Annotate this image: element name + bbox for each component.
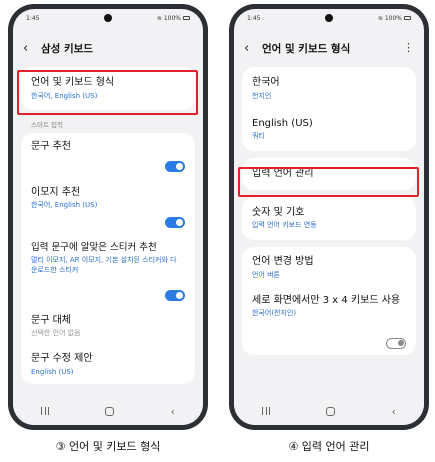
- language-item-korean[interactable]: 한국어 천지인: [242, 67, 416, 108]
- nav-back-icon[interactable]: ‹: [170, 405, 174, 418]
- languages-card: 한국어 천지인 English (US) 쿼티: [242, 67, 416, 152]
- left-screen: 1:45 ≋ 100% ‹ 삼성 키보드 언어 및 키보드 형식 한국어, En…: [13, 9, 203, 425]
- wifi-icon: ≋: [156, 14, 162, 22]
- item-title: 문구 대체: [31, 314, 71, 326]
- nav-back-icon[interactable]: ‹: [391, 405, 395, 418]
- item-subtitle: 한국어, English (US): [31, 201, 98, 210]
- sticker-suggestion-item[interactable]: 입력 문구에 알맞은 스티커 추천 멀티 이모지, AR 이모지, 기본 설치된…: [21, 235, 195, 307]
- page-title: 삼성 키보드: [41, 42, 93, 55]
- text-suggestion-item[interactable]: 문구 추천: [21, 133, 195, 179]
- item-title: 문구 수정 제안: [31, 353, 93, 365]
- item-title: 세로 화면에서만 3 x 4 키보드 사용: [252, 294, 401, 306]
- section-header-smart-input: 스마트 입력: [31, 120, 63, 129]
- wifi-icon: ≋: [377, 14, 383, 22]
- language-item-english[interactable]: English (US) 쿼티: [242, 108, 416, 152]
- item-subtitle: 멀티 이모지, AR 이모지, 기본 설치된 스티커와 다운로드한 스티커: [31, 256, 177, 274]
- battery-text: 100%: [384, 14, 402, 22]
- back-arrow-icon[interactable]: ‹: [23, 42, 39, 55]
- home-icon[interactable]: [105, 406, 115, 416]
- item-title: 숫자 및 기호: [252, 206, 305, 218]
- recent-apps-icon[interactable]: [262, 407, 271, 415]
- app-bar: ‹ 언어 및 키보드 형식 ⋮: [234, 35, 424, 61]
- battery-text: 100%: [163, 14, 181, 22]
- item-subtitle: 선택한 언어 없음: [31, 329, 81, 338]
- right-screen: 1:45 ≋ 100% ‹ 언어 및 키보드 형식 ⋮ 한국어 천지인 Engl…: [234, 9, 424, 425]
- item-title: 이모지 추천: [31, 186, 81, 198]
- navigation-bar: ‹: [234, 397, 424, 425]
- language-switch-method-item[interactable]: 언어 변경 방법 언어 버튼: [242, 247, 416, 287]
- emoji-suggestion-item[interactable]: 이모지 추천 한국어, English (US): [21, 179, 195, 235]
- language-card: 언어 및 키보드 형식 한국어, English (US): [21, 67, 195, 110]
- portrait-3x4-keyboard-item[interactable]: 세로 화면에서만 3 x 4 키보드 사용 한국어(천지인): [242, 287, 416, 355]
- item-title: 문구 추천: [31, 140, 71, 152]
- language-keyboard-format-item[interactable]: 언어 및 키보드 형식 한국어, English (US): [21, 67, 195, 110]
- left-phone: 1:45 ≋ 100% ‹ 삼성 키보드 언어 및 키보드 형식 한국어, En…: [8, 4, 208, 430]
- right-phone: 1:45 ≋ 100% ‹ 언어 및 키보드 형식 ⋮ 한국어 천지인 Engl…: [229, 4, 429, 430]
- item-title: English (US): [252, 117, 313, 129]
- item-title: 한국어: [252, 77, 280, 88]
- text-correction-item[interactable]: 문구 수정 제안 English (US): [21, 345, 195, 384]
- camera-hole: [325, 14, 333, 22]
- item-subtitle: 언어 버튼: [252, 270, 280, 279]
- more-vert-icon[interactable]: ⋮: [403, 41, 414, 54]
- item-subtitle: 쿼티: [252, 132, 265, 141]
- numbers-card: 숫자 및 기호 입력 언어 키보드 연동: [242, 196, 416, 241]
- item-title: 언어 및 키보드 형식: [31, 77, 115, 88]
- emoji-suggestion-toggle[interactable]: [165, 216, 185, 228]
- page-title: 언어 및 키보드 형식: [262, 42, 351, 55]
- item-title: 입력 문구에 알맞은 스티커 추천: [31, 241, 157, 253]
- manage-input-languages-item[interactable]: 입력 언어 관리: [242, 158, 416, 190]
- item-subtitle: 한국어, English (US): [31, 91, 98, 100]
- caption-step-4: ④ 입력 언어 관리: [288, 440, 370, 453]
- back-arrow-icon[interactable]: ‹: [244, 42, 260, 55]
- status-icons: ≋ 100%: [157, 15, 190, 22]
- battery-icon: [183, 16, 190, 20]
- status-time: 1:45: [26, 14, 40, 22]
- item-subtitle: English (US): [31, 367, 74, 376]
- item-subtitle: 천지인: [252, 91, 272, 100]
- numbers-symbols-item[interactable]: 숫자 및 기호 입력 언어 키보드 연동: [242, 197, 416, 241]
- item-title: 입력 언어 관리: [252, 168, 314, 180]
- change-card: 언어 변경 방법 언어 버튼 세로 화면에서만 3 x 4 키보드 사용 한국어…: [242, 247, 416, 355]
- status-time: 1:45: [247, 14, 261, 22]
- portrait-3x4-toggle[interactable]: [386, 337, 406, 349]
- text-shortcuts-item[interactable]: 문구 대체 선택한 언어 없음: [21, 307, 195, 346]
- app-bar: ‹ 삼성 키보드: [13, 35, 203, 61]
- settings-list: 언어 및 키보드 형식 한국어, English (US) 스마트 입력 문구 …: [21, 67, 195, 391]
- status-icons: ≋ 100%: [378, 15, 411, 22]
- navigation-bar: ‹: [13, 397, 203, 425]
- item-subtitle: 입력 언어 키보드 연동: [252, 221, 317, 230]
- settings-list: 한국어 천지인 English (US) 쿼티 입력 언어 관리 숫자 및 기호…: [242, 67, 416, 362]
- battery-icon: [404, 16, 411, 20]
- sticker-suggestion-toggle[interactable]: [165, 289, 185, 301]
- smart-input-card: 문구 추천 이모지 추천 한국어, English (US) 입력 문구에 알맞…: [21, 132, 195, 384]
- caption-step-3: ③ 언어 및 키보드 형식: [55, 440, 161, 453]
- text-suggestion-toggle[interactable]: [165, 160, 185, 172]
- camera-hole: [104, 14, 112, 22]
- recent-apps-icon[interactable]: [41, 407, 50, 415]
- item-subtitle: 한국어(천지인): [252, 309, 297, 318]
- manage-card: 입력 언어 관리: [242, 158, 416, 190]
- home-icon[interactable]: [326, 406, 336, 416]
- item-title: 언어 변경 방법: [252, 256, 314, 268]
